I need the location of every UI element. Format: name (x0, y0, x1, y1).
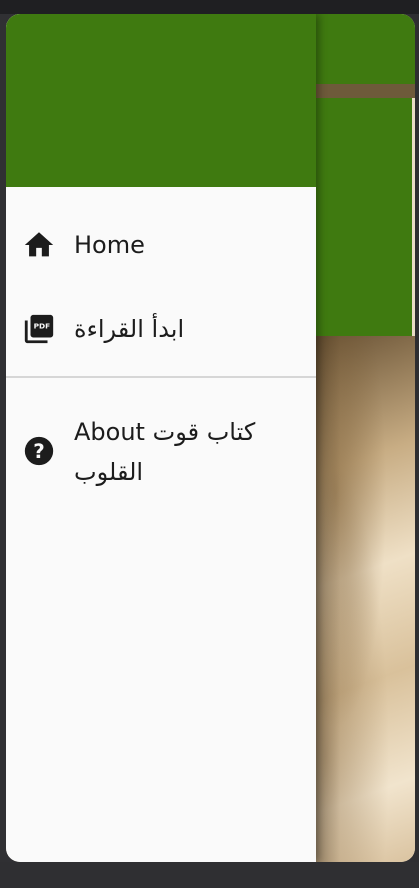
home-icon (22, 228, 56, 262)
status-bar (0, 0, 419, 14)
pdf-library-icon: PDF (22, 312, 56, 346)
drawer-item-label: ابدأ القراءة (74, 315, 185, 343)
book-shadow (316, 336, 340, 862)
drawer-divider (6, 376, 316, 378)
drawer-header (6, 14, 316, 187)
help-circle-icon: ? (22, 434, 56, 468)
app-screen: Home PDF ابدأ القراءة ? About كتاب قوت ا… (6, 14, 415, 862)
svg-text:PDF: PDF (34, 322, 51, 331)
drawer-item-label: Home (74, 231, 145, 259)
svg-text:?: ? (33, 440, 45, 463)
drawer-item-about[interactable]: ? About كتاب قوت القلوب (6, 412, 316, 502)
background-card (316, 98, 412, 336)
drawer-item-label: About كتاب قوت القلوب (74, 418, 256, 486)
device-frame: Home PDF ابدأ القراءة ? About كتاب قوت ا… (0, 0, 419, 888)
navigation-bar (0, 862, 419, 888)
navigation-drawer: Home PDF ابدأ القراءة ? About كتاب قوت ا… (6, 14, 316, 862)
drawer-item-home[interactable]: Home (6, 220, 316, 270)
drawer-item-start-reading[interactable]: PDF ابدأ القراءة (6, 304, 316, 354)
background-divider (316, 84, 415, 98)
